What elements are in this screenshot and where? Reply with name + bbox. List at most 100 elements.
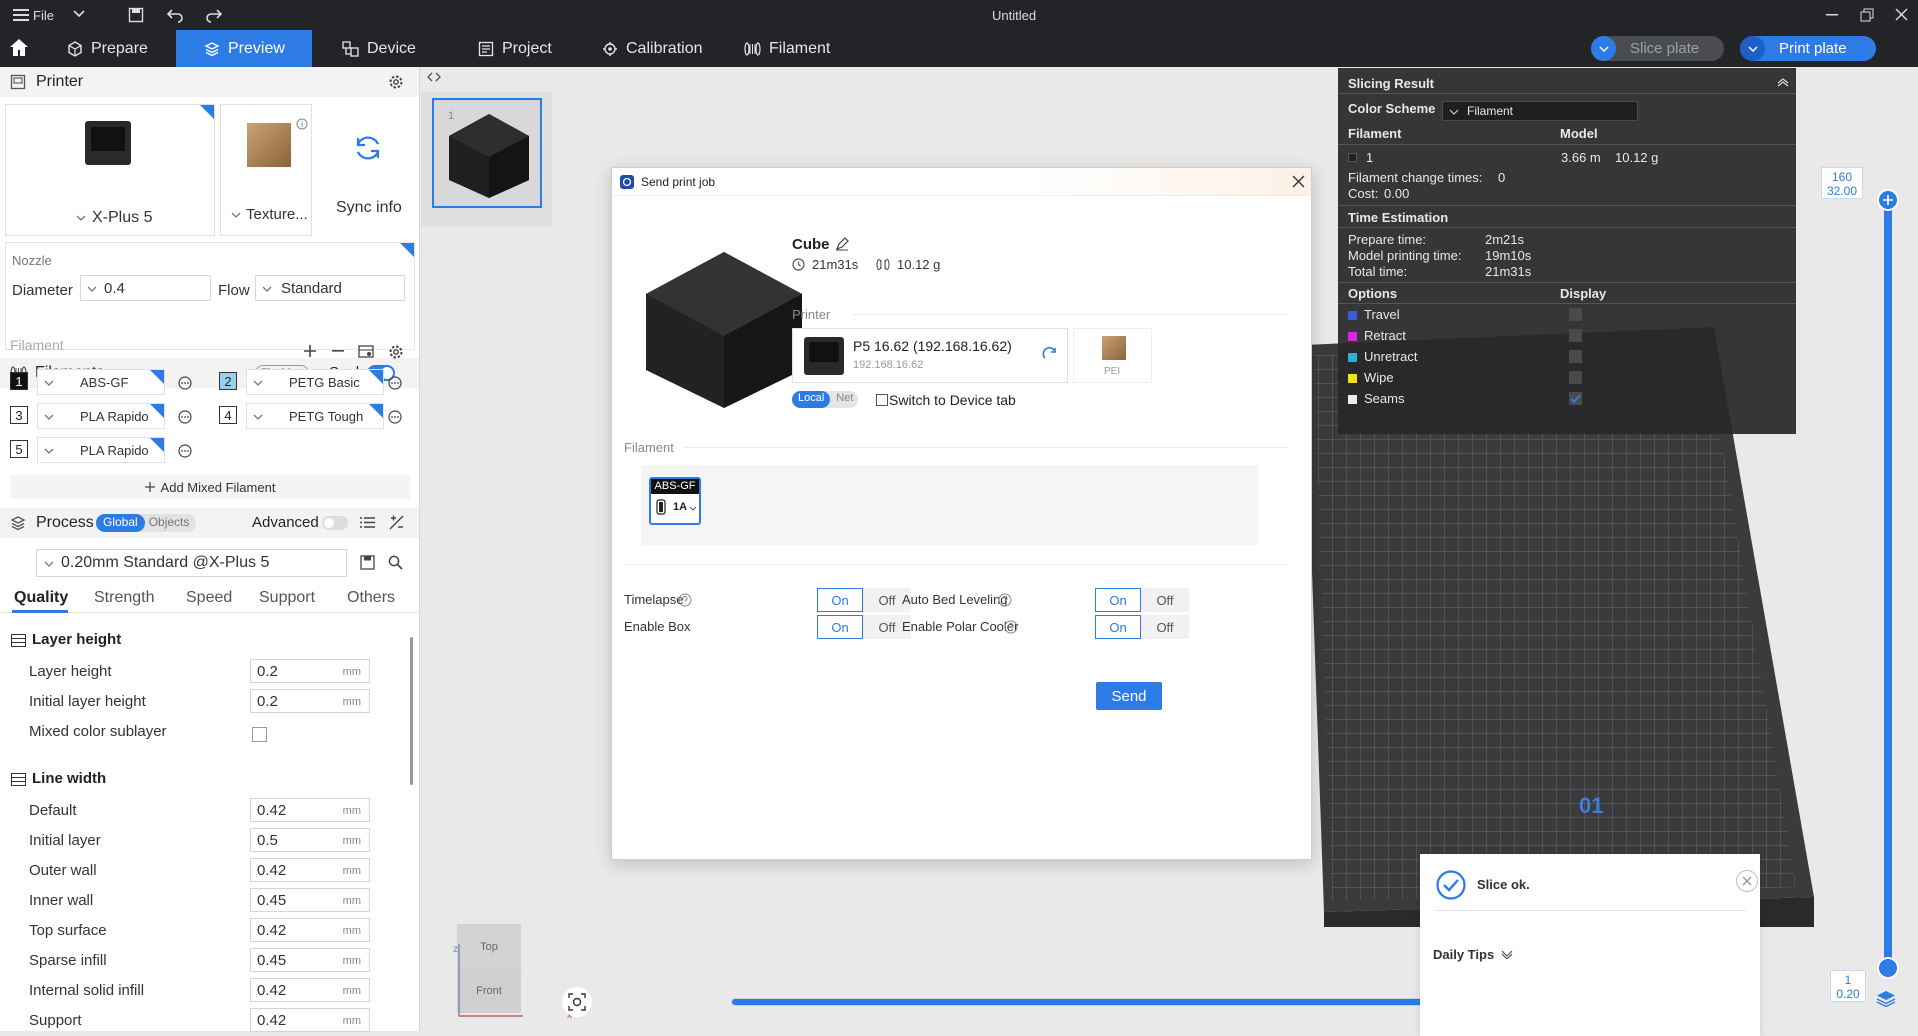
layer-slider-bottom-thumb[interactable]: [1877, 957, 1899, 979]
layer-slider-track[interactable]: [1884, 197, 1892, 967]
auto-bed-leveling-toggle[interactable]: On Off: [1095, 588, 1189, 612]
filament-more-icon[interactable]: [178, 410, 192, 424]
chevron-down-icon[interactable]: [1501, 950, 1513, 959]
sparse-infill-input[interactable]: 0.45 mm: [250, 948, 370, 972]
enable-box-toggle[interactable]: On Off: [817, 615, 911, 639]
polar-cooler-off[interactable]: Off: [1141, 615, 1189, 639]
reset-view-icon[interactable]: [562, 987, 592, 1017]
home-icon[interactable]: [9, 38, 29, 57]
tab-calibration[interactable]: Calibration: [590, 30, 720, 67]
restore-icon[interactable]: [1860, 8, 1874, 22]
filament-settings-gear-icon[interactable]: [388, 344, 404, 360]
filament-grouping-icon[interactable]: [358, 343, 374, 359]
slice-dropdown-icon[interactable]: [1591, 36, 1616, 61]
filament-color-chip-1[interactable]: 1: [10, 372, 28, 390]
save-preset-icon[interactable]: [360, 555, 375, 570]
chevron-down-icon[interactable]: [73, 10, 85, 18]
info-icon[interactable]: [296, 118, 308, 130]
timelapse-on[interactable]: On: [817, 588, 863, 612]
wipe-display-checkbox[interactable]: [1569, 371, 1582, 384]
remove-filament-icon[interactable]: [332, 350, 344, 352]
local-option[interactable]: Local: [792, 391, 831, 408]
plate-card[interactable]: Texture...: [220, 104, 312, 236]
plate-thumbnail-1[interactable]: 1: [432, 98, 542, 208]
help-icon[interactable]: [1004, 620, 1018, 634]
chevron-down-icon[interactable]: [689, 506, 697, 511]
net-option[interactable]: Net: [830, 391, 859, 408]
filament-color-chip-5[interactable]: 5: [10, 440, 28, 458]
slice-plate-button[interactable]: Slice plate: [1591, 36, 1724, 61]
chevron-down-icon[interactable]: [76, 215, 86, 221]
mixed-color-sublayer-checkbox[interactable]: [252, 727, 267, 742]
filament-more-icon[interactable]: [388, 376, 402, 390]
edit-name-icon[interactable]: [835, 237, 849, 251]
support-line-width-input[interactable]: 0.42 mm: [250, 1008, 370, 1032]
print-plate-button[interactable]: Print plate: [1740, 36, 1876, 61]
filament-select-4[interactable]: PETG Tough: [246, 403, 384, 429]
print-dropdown-icon[interactable]: [1740, 36, 1765, 61]
objects-option[interactable]: Objects: [145, 514, 194, 532]
hamburger-icon[interactable]: [13, 8, 29, 22]
filament-color-chip-2[interactable]: 2: [219, 372, 237, 390]
tab-quality[interactable]: Quality: [14, 589, 68, 607]
auto-bed-leveling-on[interactable]: On: [1095, 588, 1141, 612]
global-option[interactable]: Global: [96, 514, 145, 532]
tab-preview[interactable]: Preview: [176, 30, 312, 67]
close-dialog-icon[interactable]: [1292, 175, 1305, 188]
layer-slider-top-thumb[interactable]: [1877, 189, 1899, 211]
toast-close-glyph[interactable]: [1736, 870, 1758, 892]
help-icon[interactable]: [678, 593, 692, 607]
help-icon[interactable]: [998, 593, 1012, 607]
compare-icon[interactable]: [389, 515, 404, 530]
seams-display-checkbox[interactable]: [1569, 392, 1582, 405]
initial-layer-line-width-input[interactable]: 0.5 mm: [250, 828, 370, 852]
auto-bed-leveling-off[interactable]: Off: [1141, 588, 1189, 612]
undo-icon[interactable]: [166, 7, 184, 23]
redo-icon[interactable]: [205, 7, 223, 23]
initial-layer-height-input[interactable]: 0.2 mm: [250, 689, 370, 713]
switch-device-checkbox[interactable]: [876, 394, 888, 406]
search-icon[interactable]: [388, 555, 403, 570]
filament-mapping-card[interactable]: ABS-GF 1A: [649, 477, 701, 525]
send-button[interactable]: Send: [1096, 682, 1162, 710]
filament-select-3[interactable]: PLA Rapido: [37, 403, 165, 429]
refresh-icon[interactable]: [1042, 347, 1058, 363]
layer-height-input[interactable]: 0.2 mm: [250, 659, 370, 683]
collapse-up-icon[interactable]: [1777, 78, 1789, 87]
polar-cooler-on[interactable]: On: [1095, 615, 1141, 639]
diameter-select[interactable]: 0.4: [80, 275, 211, 301]
tab-prepare[interactable]: Prepare: [55, 30, 175, 67]
tab-strength[interactable]: Strength: [94, 589, 154, 607]
filament-more-icon[interactable]: [178, 376, 192, 390]
timelapse-toggle[interactable]: On Off: [817, 588, 911, 612]
top-surface-input[interactable]: 0.42 mm: [250, 918, 370, 942]
close-window-icon[interactable]: [1895, 8, 1908, 21]
filament-color-chip-4[interactable]: 4: [219, 406, 237, 424]
file-menu[interactable]: File: [33, 8, 54, 23]
internal-solid-infill-input[interactable]: 0.42 mm: [250, 978, 370, 1002]
color-scheme-select[interactable]: Filament: [1442, 101, 1638, 121]
tab-others[interactable]: Others: [347, 589, 395, 607]
tab-support[interactable]: Support: [259, 589, 315, 607]
daily-tips-label[interactable]: Daily Tips: [1433, 947, 1494, 962]
chevron-down-icon[interactable]: [231, 212, 241, 218]
sync-info-button[interactable]: Sync info: [316, 104, 414, 236]
connection-mode-switch[interactable]: Local Net: [792, 391, 858, 408]
add-filament-icon[interactable]: [304, 345, 316, 357]
list-icon[interactable]: [360, 516, 375, 529]
filament-select-5[interactable]: PLA Rapido: [37, 437, 165, 463]
retract-display-checkbox[interactable]: [1569, 329, 1582, 342]
collapse-sidebar-icon[interactable]: [427, 72, 441, 82]
printer-select-card[interactable]: P5 16.62 (192.168.16.62) 192.168.16.62: [792, 328, 1068, 383]
enable-box-on[interactable]: On: [817, 615, 863, 639]
save-icon[interactable]: [128, 7, 144, 23]
filament-select-1[interactable]: ABS-GF: [37, 369, 165, 395]
tab-device[interactable]: Device: [330, 30, 440, 67]
tab-speed[interactable]: Speed: [186, 589, 232, 607]
global-objects-switch[interactable]: Global Objects: [96, 514, 196, 532]
view-cube[interactable]: Top Front x z: [453, 924, 572, 1021]
polar-cooler-toggle[interactable]: On Off: [1095, 615, 1189, 639]
add-mixed-filament-button[interactable]: Add Mixed Filament: [10, 475, 410, 499]
printer-settings-gear-icon[interactable]: [388, 74, 404, 90]
minimize-icon[interactable]: [1826, 14, 1838, 16]
